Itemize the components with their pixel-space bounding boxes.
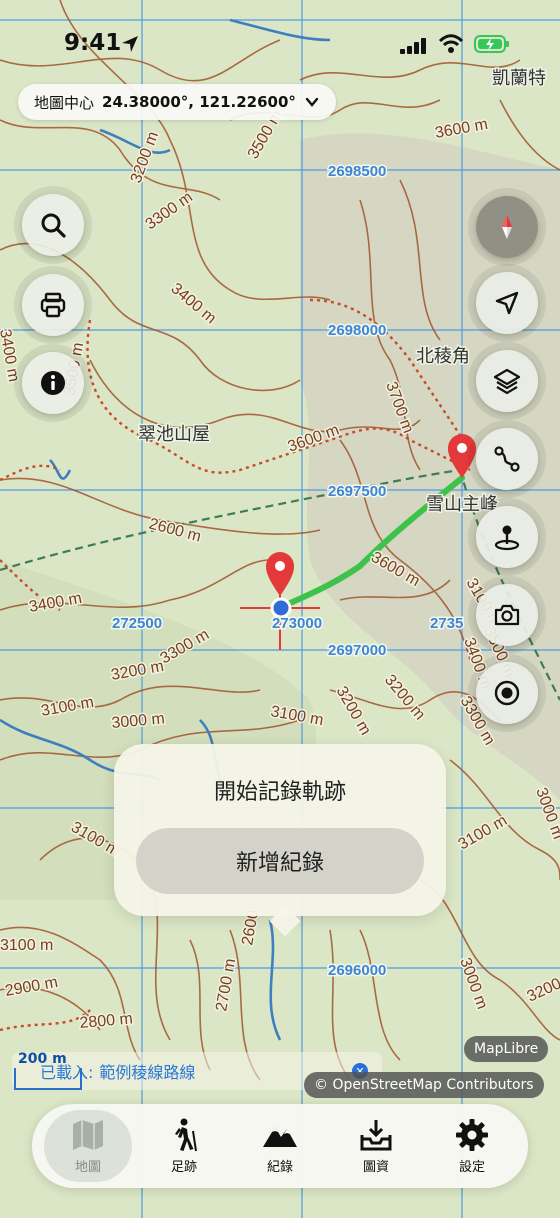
- osm-attribution[interactable]: © OpenStreetMap Contributors: [304, 1072, 544, 1098]
- print-button[interactable]: [22, 274, 84, 336]
- scale-label: 200 m: [18, 1051, 67, 1067]
- download-tray-icon: [360, 1120, 392, 1151]
- place-label: 翠池山屋: [138, 424, 210, 445]
- grid-label: 272500: [112, 615, 162, 632]
- grid-label: 2698000: [328, 322, 386, 339]
- popup-title: 開始記錄軌跡: [213, 780, 346, 805]
- grid-label: 2696000: [328, 962, 386, 979]
- map-center-coords: 24.38000°, 121.22600°: [102, 93, 296, 111]
- mountains-icon: [263, 1127, 297, 1147]
- start-recording-popup: 開始記錄軌跡 新增紀錄: [114, 744, 446, 937]
- tab-label: 足跡: [170, 1160, 197, 1175]
- chevron-down-icon: [305, 97, 319, 107]
- record-button[interactable]: [476, 662, 538, 724]
- tab-footprints[interactable]: 足跡: [140, 1110, 228, 1182]
- compass-button[interactable]: [476, 196, 538, 258]
- tab-settings[interactable]: 設定: [428, 1110, 516, 1182]
- locate-button[interactable]: [476, 272, 538, 334]
- layers-icon: [493, 368, 521, 395]
- waypoint-pin-icon: [494, 525, 520, 551]
- search-icon: [41, 213, 66, 238]
- tab-label: 設定: [458, 1160, 485, 1175]
- new-record-button[interactable]: 新增紀錄: [136, 828, 424, 894]
- grid-label: 2697000: [328, 642, 386, 659]
- locate-arrow-icon: [495, 291, 519, 315]
- grid-label: 273000: [272, 615, 322, 632]
- scale-ruler: [14, 1068, 82, 1090]
- location-arrow-icon: [122, 36, 138, 52]
- place-label: 北稜角: [416, 346, 470, 367]
- map-center-label: 地圖中心: [34, 93, 95, 112]
- print-icon: [40, 292, 66, 318]
- grid-label: 2735: [430, 615, 463, 632]
- info-button[interactable]: [22, 352, 84, 414]
- maplibre-badge[interactable]: MapLibre: [464, 1036, 549, 1062]
- status-time: 9:41: [64, 30, 122, 56]
- compass-icon: [502, 215, 512, 239]
- tab-label: 圖資: [362, 1160, 389, 1175]
- grid-label: 2697500: [328, 483, 386, 500]
- grid-label: 2698500: [328, 163, 386, 180]
- route-icon: [494, 446, 520, 472]
- record-icon: [494, 680, 520, 706]
- status-bar: 9:41: [0, 0, 560, 90]
- scale-bar: 200 m: [14, 1051, 82, 1092]
- battery-icon: [474, 35, 509, 53]
- tab-map[interactable]: 地圖: [44, 1110, 132, 1182]
- camera-icon: [494, 604, 520, 626]
- wifi-icon: [438, 34, 464, 53]
- tab-label: 地圖: [74, 1160, 101, 1175]
- route-button[interactable]: [476, 428, 538, 490]
- tab-records[interactable]: 紀錄: [236, 1110, 324, 1182]
- map-icon: [73, 1120, 103, 1150]
- tab-map-data[interactable]: 圖資: [332, 1110, 420, 1182]
- tab-bar: 地圖 足跡 紀錄 圖資 設定: [32, 1104, 528, 1188]
- search-button[interactable]: [22, 194, 84, 256]
- loaded-route-name: 範例稜線路線: [99, 1063, 196, 1082]
- camera-button[interactable]: [476, 584, 538, 646]
- layers-button[interactable]: [476, 350, 538, 412]
- contour-label: 3100 m: [0, 937, 53, 954]
- info-icon: [41, 371, 65, 395]
- tab-label: 紀錄: [266, 1160, 293, 1175]
- map-center-selector[interactable]: 地圖中心 24.38000°, 121.22600°: [18, 84, 336, 120]
- gear-icon: [456, 1119, 488, 1151]
- hiker-icon: [175, 1118, 197, 1152]
- signal-icon: [400, 38, 426, 54]
- waypoint-button[interactable]: [476, 506, 538, 568]
